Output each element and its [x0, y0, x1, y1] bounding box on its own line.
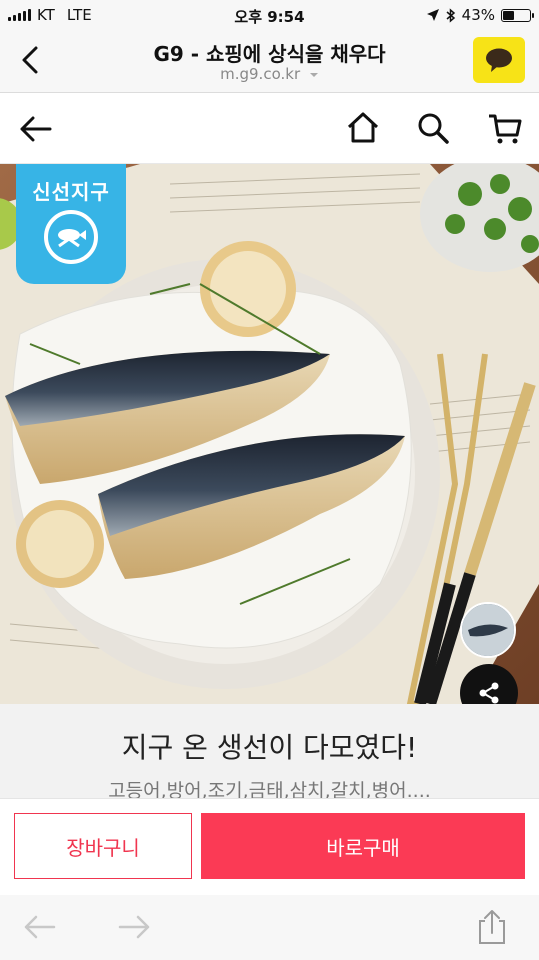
browser-back-icon[interactable]: [20, 909, 60, 945]
home-icon[interactable]: [344, 109, 382, 147]
cart-icon[interactable]: [486, 109, 524, 147]
battery-percent: 43%: [461, 6, 495, 24]
location-arrow-icon: [426, 9, 439, 21]
badge-label: 신선지구: [32, 180, 110, 204]
bluetooth-icon: [446, 7, 455, 23]
buy-now-button[interactable]: 바로구매: [201, 813, 525, 879]
status-right: 43%: [426, 6, 534, 24]
add-to-cart-button[interactable]: 장바구니: [14, 813, 192, 879]
speech-bubble-icon: [486, 48, 512, 72]
browser-toolbar: [0, 895, 539, 960]
back-arrow-icon[interactable]: [18, 111, 54, 147]
url-text: m.g9.co.kr: [220, 65, 301, 83]
battery-icon: [501, 8, 534, 22]
battery-fill: [503, 10, 514, 20]
close-back-icon[interactable]: [14, 42, 50, 78]
page-url[interactable]: m.g9.co.kr: [70, 65, 469, 83]
purchase-bar: 장바구니 바로구매: [0, 798, 539, 896]
fresh-badge: 신선지구: [16, 164, 126, 284]
browser-forward-icon[interactable]: [114, 909, 154, 945]
site-navbar: [0, 93, 539, 164]
browser-header: G9 - 쇼핑에 상식을 채우다 m.g9.co.kr: [0, 30, 539, 93]
share-out-icon[interactable]: [472, 909, 512, 945]
share-icon: [479, 682, 499, 704]
status-bar: KT LTE 오후 9:54 43%: [0, 0, 539, 30]
product-info: 지구 온 생선이 다모였다! 고등어,방어,조기,금태,삼치,갈치,병어....: [0, 704, 539, 799]
image-thumbnail[interactable]: [460, 602, 516, 658]
kakao-chat-button[interactable]: [473, 37, 525, 83]
chevron-down-icon: [309, 73, 318, 77]
page-title: G9 - 쇼핑에 상식을 채우다: [153, 42, 386, 66]
fish-thumbnail-icon: [462, 604, 514, 656]
product-subtitle: 고등어,방어,조기,금태,삼치,갈치,병어....: [108, 780, 431, 799]
search-icon[interactable]: [414, 109, 452, 147]
product-name: 지구 온 생선이 다모였다!: [121, 731, 418, 764]
fish-logo-icon: [44, 210, 98, 264]
product-image: 신선지구: [0, 164, 539, 704]
